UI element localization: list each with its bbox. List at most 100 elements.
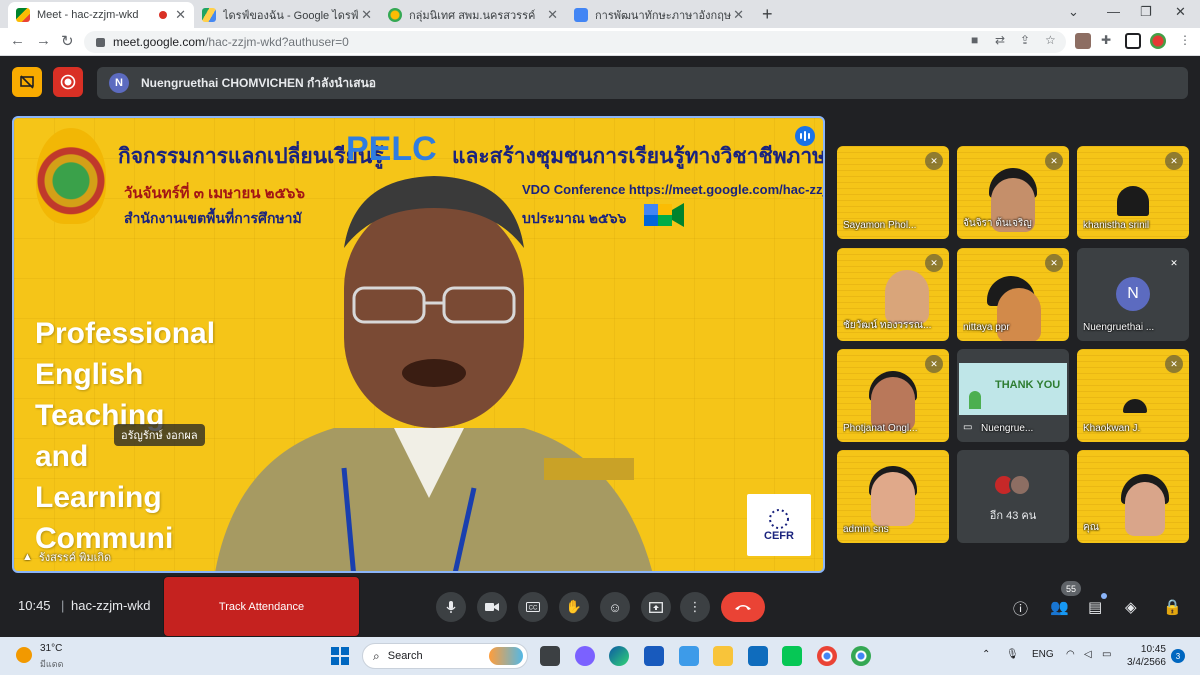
taskbar-clock[interactable]: 10:45 3/4/2566 (1127, 643, 1166, 669)
google-meet-icon (16, 8, 30, 22)
cefr-label: CEFR (764, 530, 794, 542)
language-indicator[interactable]: ENG (1032, 649, 1054, 660)
restore-button[interactable]: ❐ (1140, 4, 1152, 20)
reload-icon[interactable]: ↻ (61, 32, 74, 50)
tab-search-icon[interactable]: ⌄ (1068, 4, 1079, 20)
close-tab-icon[interactable]: ✕ (547, 7, 558, 23)
wifi-icon[interactable]: ◠ (1066, 649, 1075, 660)
svg-text:CC: CC (529, 606, 538, 612)
participant-video (997, 288, 1041, 341)
slide-line: English (35, 358, 144, 391)
url-path: /hac-zzjm-wkd?authuser=0 (205, 35, 349, 49)
battery-icon[interactable]: ▭ (1102, 649, 1111, 660)
microphone-button[interactable] (436, 592, 466, 622)
new-tab-button[interactable]: + (762, 4, 773, 25)
weather-temp: 31°C (40, 643, 63, 654)
teams-chat-icon[interactable] (575, 646, 595, 666)
cefr-badge: CEFR (747, 494, 811, 556)
more-options-button[interactable]: ⋮ (680, 592, 710, 622)
mic-off-icon: ✕ (925, 152, 943, 170)
notification-badge[interactable]: 3 (1171, 649, 1185, 663)
recording-button[interactable] (53, 67, 83, 97)
chrome-icon[interactable] (817, 646, 837, 666)
share-icon[interactable]: ⇪ (1020, 33, 1030, 47)
stage-name-label: รังสรรค์ พิมเกิด (38, 552, 112, 564)
tab-drive[interactable]: ไดรฟ์ของฉัน - Google ไดรฟ์ ✕ (194, 2, 380, 28)
forward-icon[interactable]: → (36, 32, 51, 49)
captions-icon: CC (526, 602, 540, 612)
participant-tile[interactable]: THANK YOU Nuengrue... ▭ (957, 349, 1069, 442)
microphone-tray-icon[interactable]: 🎙 (1006, 649, 1019, 660)
mail-icon[interactable] (748, 646, 768, 666)
chat-icon[interactable]: ▤ (1088, 598, 1102, 616)
participant-tile[interactable]: N ✕ Nuengruethai ... (1077, 248, 1189, 341)
participant-tile[interactable]: admin sns (837, 450, 949, 543)
camera-button[interactable] (477, 592, 507, 622)
more-menu-icon[interactable]: ⋮ (1179, 33, 1191, 47)
raise-hand-button[interactable]: ✋ (559, 592, 589, 622)
side-panel-icon[interactable] (1125, 33, 1141, 49)
participant-tile[interactable]: ✕ Photjanat Ongl... (837, 349, 949, 442)
tab-group[interactable]: กลุ่มนิเทศ สพม.นครสวรรค์ ✕ (380, 2, 566, 28)
camera-icon (485, 603, 499, 611)
present-screen-button[interactable] (641, 592, 671, 622)
meeting-code: hac-zzjm-wkd (71, 598, 151, 613)
stage-participant-name: ▲ รังสรรค์ พิมเกิด (22, 548, 111, 566)
participant-tile[interactable]: ✕ khanistha srinil (1077, 146, 1189, 239)
word-icon[interactable] (644, 646, 664, 666)
close-window-button[interactable]: ✕ (1175, 4, 1186, 20)
tab-meet[interactable]: Meet - hac-zzjm-wkd ✕ (8, 2, 194, 28)
record-icon (60, 74, 76, 90)
hand-icon: ✋ (565, 599, 583, 614)
mic-off-icon: ✕ (1170, 257, 1178, 268)
edge-icon[interactable] (609, 646, 629, 666)
weather-sun-icon[interactable] (16, 647, 32, 663)
chrome-profile-icon[interactable] (851, 646, 871, 666)
translate-icon[interactable]: ⇄ (995, 33, 1005, 47)
participant-tile[interactable]: ✕ ชัยวัฒน์ ทองวรรณ... (837, 248, 949, 341)
l-app-icon[interactable] (679, 646, 699, 666)
reactions-button[interactable]: ☺ (600, 592, 630, 622)
participant-tile[interactable]: ✕ nittaya ppr (957, 248, 1069, 341)
people-icon[interactable]: 👥 (1050, 598, 1069, 616)
track-attendance-button[interactable]: Track Attendance (164, 577, 359, 636)
task-view-icon[interactable] (540, 646, 560, 666)
hide-presentation-button[interactable] (12, 67, 42, 97)
google-drive-icon (202, 8, 216, 22)
participant-tile[interactable]: ✕ Sayamon Phol... (837, 146, 949, 239)
host-controls-icon[interactable]: 🔒 (1163, 598, 1182, 616)
close-tab-icon[interactable]: ✕ (361, 7, 372, 23)
volume-icon[interactable]: ◁ (1084, 649, 1092, 660)
clock-separator: | (61, 598, 65, 613)
close-tab-icon[interactable]: ✕ (733, 7, 744, 23)
start-button[interactable] (331, 647, 349, 665)
bookmark-star-icon[interactable]: ☆ (1045, 33, 1056, 47)
participant-tile[interactable]: คุณ (1077, 450, 1189, 543)
close-tab-icon[interactable]: ✕ (175, 7, 186, 23)
participant-tile[interactable]: ✕ จันจิรา ต้นเจริญ (957, 146, 1069, 239)
back-icon[interactable]: ← (10, 32, 25, 49)
more-participants-label: อีก 43 คน (989, 510, 1037, 522)
participant-tile[interactable]: ✕ Khaokwan J. (1077, 349, 1189, 442)
taskbar-search[interactable]: ⌕ Search (362, 643, 528, 669)
camera-in-use-icon[interactable]: ■ (971, 33, 978, 47)
meeting-details-icon[interactable]: ⓘ (1013, 598, 1028, 619)
address-bar[interactable]: meet.google.com /hac-zzjm-wkd?authuser=0 (84, 31, 1066, 53)
taskbar-time: 10:45 (1140, 644, 1166, 655)
profile-avatar-icon[interactable] (1150, 33, 1166, 49)
extension-avatar-icon[interactable] (1075, 33, 1091, 49)
activities-icon[interactable]: ◈ (1125, 598, 1137, 616)
participant-name: คุณ (1083, 522, 1099, 533)
captions-button[interactable]: CC (518, 592, 548, 622)
main-stage[interactable]: กิจกรรมการแลกเปลี่ยนเรียนรู้ PELC และสร้… (12, 116, 825, 573)
line-app-icon[interactable] (782, 646, 802, 666)
speaker-name-chip: อรัญรักษ์ งอกผล (114, 424, 205, 446)
minimize-button[interactable]: — (1107, 4, 1120, 19)
participant-hair (1117, 186, 1149, 216)
tab-english[interactable]: การพัฒนาทักษะภาษาอังกฤษ English ✕ (566, 2, 752, 28)
show-hidden-icons[interactable]: ⌃ (982, 649, 990, 660)
file-explorer-icon[interactable] (713, 646, 733, 666)
extensions-puzzle-icon[interactable]: ✚ (1101, 33, 1111, 47)
more-participants-tile[interactable]: อีก 43 คน (957, 450, 1069, 543)
leave-call-button[interactable] (721, 592, 765, 622)
